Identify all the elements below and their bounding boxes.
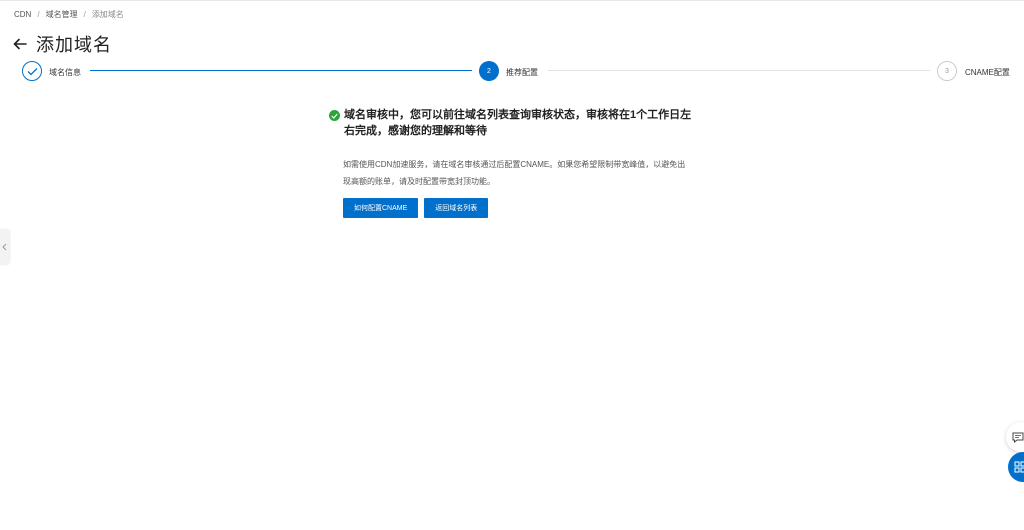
breadcrumb-separator: /	[37, 10, 40, 19]
feedback-button[interactable]	[1006, 422, 1024, 452]
step-3-number: 3	[937, 61, 957, 81]
result-description: 如需使用CDN加速服务，请在域名审核通过后配置CNAME。如果您希望限制带宽峰值…	[343, 160, 686, 186]
breadcrumb-current: 添加域名	[91, 10, 124, 19]
page-header: 添加域名	[12, 31, 112, 57]
step-3-label: CNAME配置	[965, 68, 1010, 77]
step-connector-pending	[548, 70, 930, 71]
how-to-configure-cname-button[interactable]: 如何配置CNAME	[343, 198, 419, 218]
breadcrumb-domain-management[interactable]: 域名管理	[46, 9, 78, 20]
breadcrumb-separator: /	[83, 10, 86, 19]
back-to-domain-list-button[interactable]: 返回域名列表	[424, 198, 489, 218]
page-title: 添加域名	[36, 35, 112, 55]
chevron-left-icon	[2, 243, 7, 251]
step-1-check-icon	[22, 61, 42, 81]
result-actions: 如何配置CNAME 返回域名列表	[343, 198, 699, 218]
result-title: 域名审核中，您可以前往域名列表查询审核状态，审核将在1个工作日左右完成，感谢您的…	[344, 109, 692, 137]
step-2-label: 推荐配置	[506, 68, 538, 77]
breadcrumb-cdn[interactable]: CDN	[14, 10, 31, 19]
step-2-number: 2	[479, 61, 499, 81]
apps-button[interactable]	[1008, 452, 1024, 482]
success-check-icon	[329, 110, 340, 121]
result-panel: 域名审核中，您可以前往域名列表查询审核状态，审核将在1个工作日左右完成，感谢您的…	[329, 107, 699, 218]
breadcrumb: CDN / 域名管理 / 添加域名	[14, 9, 124, 20]
step-connector-done	[90, 70, 472, 71]
step-1-label: 域名信息	[49, 68, 81, 77]
sidebar-collapse-handle[interactable]	[0, 229, 9, 265]
back-arrow-icon[interactable]	[12, 36, 28, 52]
step-progress: 域名信息 2 推荐配置 3 CNAME配置	[22, 61, 1014, 83]
apps-grid-icon	[1014, 461, 1024, 473]
chat-icon	[1012, 432, 1024, 443]
result-header: 域名审核中，您可以前往域名列表查询审核状态，审核将在1个工作日左右完成，感谢您的…	[329, 107, 699, 139]
top-divider	[0, 0, 1024, 1]
